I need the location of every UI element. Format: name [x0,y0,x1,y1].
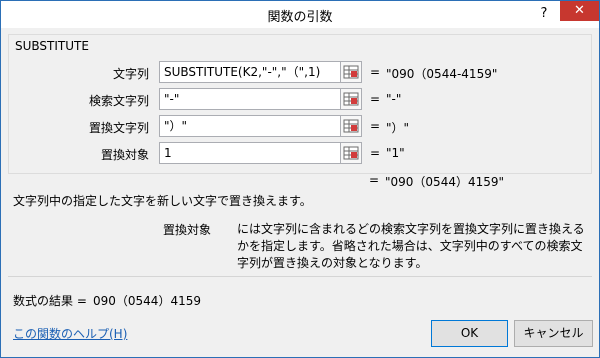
function-result: "090（0544）4159" [385,175,505,189]
range-select-icon [343,65,359,79]
arg-result-find: "-" [386,92,402,106]
arg-result-text: "090（0544-4159" [386,67,498,81]
arg-result-instance: "1" [386,146,405,160]
range-select-button[interactable] [340,61,362,83]
arg-label-text: 文字列 [112,67,149,81]
range-select-icon [343,92,359,106]
function-description: 文字列中の指定した文字を新しい文字で置き換えます。 [13,194,312,208]
range-select-button[interactable] [340,88,362,110]
function-arguments-dialog: 関数の引数 ? ✕ SUBSTITUTE 文字列 SUBSTITUTE(K2,"… [0,0,600,358]
ok-button[interactable]: OK [431,320,508,347]
help-argument-text: には文字列に含まれるどの検索文字列を置換文字列に置き換えるかを指定します。省略さ… [237,222,585,270]
range-select-icon [343,119,359,133]
function-help-link[interactable]: この関数のヘルプ(H) [13,325,127,342]
arg-label-instance: 置換対象 [100,148,149,162]
text-argument-input[interactable]: SUBSTITUTE(K2,"-","（",1) [159,61,343,83]
find-text-input[interactable]: "-" [159,88,343,110]
range-select-icon [343,146,359,160]
close-icon[interactable]: ✕ [560,1,599,21]
arg-label-find: 検索文字列 [88,94,149,108]
help-argument-name: 置換対象 [163,223,212,237]
title-bar: 関数の引数 ? ✕ [1,1,599,28]
equals-sign: = [370,65,381,79]
divider [8,276,592,277]
equals-sign: = [370,119,381,133]
help-icon[interactable]: ? [535,5,553,23]
replace-text-input[interactable]: "）" [159,115,343,137]
cancel-button[interactable]: キャンセル [514,320,593,347]
equals-sign: = [370,92,381,106]
range-select-button[interactable] [340,142,362,164]
instance-num-input[interactable]: 1 [159,142,343,164]
dialog-title: 関数の引数 [267,10,333,25]
range-select-button[interactable] [340,115,362,137]
formula-result-value: 090（0544）4159 [93,294,201,308]
arguments-group: SUBSTITUTE 文字列 SUBSTITUTE(K2,"-","（",1) … [8,34,592,174]
arg-label-replace: 置換文字列 [88,121,149,135]
equals-sign: = [369,173,380,187]
formula-result-label: 数式の結果 = [13,294,87,308]
equals-sign: = [370,146,381,160]
dialog-body: SUBSTITUTE 文字列 SUBSTITUTE(K2,"-","（",1) … [1,28,599,357]
arg-result-replace: "）" [386,121,410,135]
function-name: SUBSTITUTE [15,39,89,53]
